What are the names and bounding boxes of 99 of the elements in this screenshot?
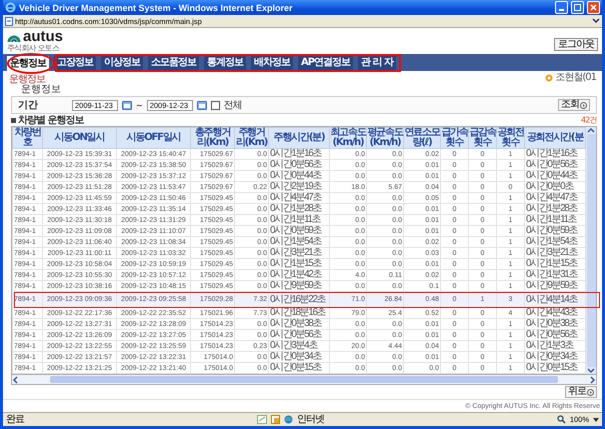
checkbox-label: 전체	[224, 99, 242, 112]
table-cell: 0시간0분56초	[268, 160, 330, 170]
calendar-icon[interactable]	[122, 100, 132, 110]
column-header[interactable]: 시동ON일시	[42, 128, 116, 148]
table-cell: 0시간0분56초	[268, 330, 330, 340]
table-cell: 0시간0분59초	[268, 226, 330, 236]
scroll-right-icon[interactable]	[590, 376, 596, 384]
table-cell: 0시간0분38초	[268, 318, 330, 330]
table-cell: 0시간0분0초	[524, 182, 586, 192]
tab[interactable]: 소모품정보	[148, 56, 199, 70]
page-heading: 운행정보	[20, 84, 62, 96]
tab[interactable]: 고장정보	[54, 56, 96, 70]
table-cell: 0시간0분34초	[524, 352, 586, 362]
table-cell: 0시간1분16초	[524, 148, 586, 160]
maximize-icon	[574, 4, 581, 11]
table-cell: 0시간0분38초	[524, 318, 586, 330]
tab[interactable]: 통계정보	[204, 56, 246, 70]
column-header[interactable]: 주행시간(분)	[268, 128, 330, 148]
breadcrumb[interactable]: 운행정보	[9, 74, 45, 84]
horizontal-scrollbar[interactable]	[11, 375, 597, 385]
table-cell: 0시간1분11초	[524, 214, 586, 226]
table-cell: 0시간1분28초	[524, 204, 586, 214]
table-cell: 0시간1분15초	[268, 258, 330, 270]
close-icon	[590, 4, 597, 11]
close-button[interactable]	[587, 1, 600, 14]
table-cell: 0시간0분59초	[524, 226, 586, 236]
scroll-down-icon[interactable]	[587, 368, 595, 374]
circle-arrow-icon	[580, 102, 587, 108]
column-header[interactable]: 총주행거리(Km)	[190, 128, 234, 148]
column-header[interactable]: 공회전횟수	[496, 128, 524, 148]
table-cell: 0시간4분43초	[524, 308, 586, 318]
scroll-up-icon[interactable]	[587, 127, 595, 133]
bullet-icon	[11, 118, 16, 123]
tab[interactable]: 운행정보	[7, 56, 49, 71]
zone-text: 인터넷	[296, 414, 324, 425]
section-title: 차량별 운행정보	[18, 115, 84, 126]
table-cell: 0시간0분56초	[524, 160, 586, 170]
table-cell: 0시간9분59초	[524, 280, 586, 292]
circle-arrow-icon	[587, 388, 594, 396]
column-header[interactable]: 연료소모량(ℓ)	[404, 128, 440, 148]
table-cell: 0시간1분15초	[524, 258, 586, 270]
tab[interactable]: 배차정보	[251, 56, 293, 70]
table-cell: 0시간4분47초	[268, 192, 330, 204]
checkbox[interactable]	[210, 100, 220, 110]
user-icon	[545, 74, 554, 82]
dropdown-icon[interactable]	[592, 17, 600, 25]
column-header[interactable]: 주행거리(Km)	[234, 128, 268, 148]
logout-button[interactable]: 로그아웃	[554, 38, 598, 51]
zoom-icon[interactable]	[556, 415, 566, 424]
maximize-button[interactable]	[571, 1, 584, 14]
table-cell: 0시간1분31초	[524, 270, 586, 280]
table-cell: 0시간1분42초	[268, 270, 330, 280]
vertical-scrollbar[interactable]	[586, 127, 596, 374]
table-cell: 0시간1분54초	[524, 236, 586, 248]
column-header[interactable]: 평균속도(Km/h)	[366, 128, 404, 148]
range-separator: ~	[136, 100, 143, 110]
table-cell: 0시간2분19초	[268, 182, 330, 192]
column-header[interactable]: 급가속횟수	[440, 128, 468, 148]
table-cell: 0시간1분3초	[524, 340, 586, 352]
table-cell: 0시간0분15초	[268, 362, 330, 374]
table-cell: 0시간1분11초	[268, 214, 330, 226]
table-cell: 0시간1분16초	[268, 148, 330, 160]
table-cell: 0시간3분21초	[524, 248, 586, 258]
table-cell: 0시간0분15초	[524, 362, 586, 374]
column-header[interactable]: 시동OFF일시	[116, 128, 190, 148]
table-cell: 0시간3분4초	[268, 340, 330, 352]
tab[interactable]: 이상정보	[101, 56, 143, 70]
calendar-icon[interactable]	[196, 100, 207, 110]
status-text: 완료	[6, 414, 24, 425]
page-icon	[5, 16, 13, 26]
column-header[interactable]: 최고속도(Km/h)	[330, 128, 366, 148]
period-label: 기간	[18, 99, 39, 112]
table-cell: 0시간0분44초	[268, 170, 330, 182]
search-button[interactable]: 조회	[558, 99, 590, 111]
browser-icon	[5, 2, 16, 13]
window-title: Vehicle Driver Management System - Windows Internet Explorer	[19, 2, 294, 12]
table-cell: 0시간9분59초	[268, 280, 330, 292]
globe-icon	[284, 415, 293, 424]
top-button[interactable]: 위로	[565, 386, 597, 398]
table-cell: 0시간18분16초	[268, 308, 330, 318]
dropdown-icon[interactable]	[593, 416, 599, 422]
column-header[interactable]: 차량번호	[12, 128, 42, 148]
table-cell: 0시간3분21초	[268, 248, 330, 258]
table-cell: 0시간0분34초	[268, 352, 330, 362]
result-count: 42건	[581, 117, 597, 125]
user-name: 조현철(01	[555, 72, 596, 83]
table-cell: 0시간1분54초	[268, 236, 330, 248]
column-header[interactable]: 급감속횟수	[468, 128, 496, 148]
table-cell: 0시간1분28초	[268, 204, 330, 214]
table-cell: 0시간4분47초	[524, 192, 586, 204]
column-header[interactable]: 공회전시간(분	[524, 128, 586, 148]
scroll-left-icon[interactable]	[12, 376, 18, 384]
tab[interactable]: AP연결정보	[298, 56, 354, 70]
tab[interactable]: 관 리 자	[358, 56, 396, 70]
minimize-button[interactable]	[555, 1, 568, 14]
table-cell: 0시간0분44초	[524, 170, 586, 182]
logo-name: autus	[23, 30, 64, 44]
table-cell: 0시간0분56초	[524, 330, 586, 340]
logo-subtitle: 주식회사 오토스	[7, 45, 60, 53]
